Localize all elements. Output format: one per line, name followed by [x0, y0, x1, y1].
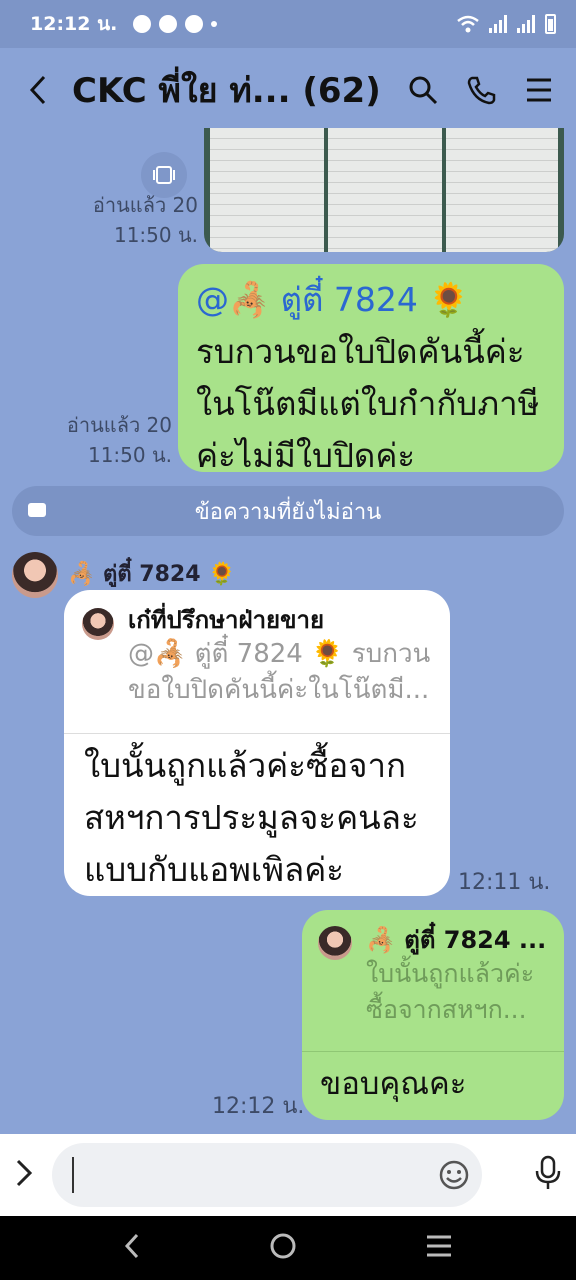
system-nav-bar — [0, 1216, 576, 1280]
message-input-bar — [0, 1134, 576, 1216]
sender-avatar[interactable] — [12, 552, 58, 598]
chat-name: CKC พี่ใย ท่... — [72, 71, 291, 111]
incoming-message[interactable]: เก๋ที่ปรึกษาฝ่ายขาย @🦂 ตู่ตี๋ 7824 🌻 รบก… — [64, 590, 450, 896]
nav-home-button[interactable] — [268, 1231, 298, 1265]
document-photo-1 — [210, 128, 324, 252]
reply-preview[interactable]: เก๋ที่ปรึกษาฝ่ายขาย @🦂 ตู่ตี๋ 7824 🌻 รบก… — [64, 590, 450, 734]
unread-divider: ข้อความที่ยังไม่อ่าน — [12, 486, 564, 536]
nav-recents-icon — [426, 1235, 451, 1257]
signal-icon-2 — [517, 15, 535, 33]
header-actions — [404, 71, 558, 109]
microphone-icon — [535, 1155, 561, 1189]
sender-name[interactable]: 🦂 ตู่ตี๋ 7824 🌻 — [68, 556, 236, 591]
message-input[interactable] — [52, 1143, 482, 1207]
reply-author: 🦂 ตู่ตี๋ 7824 ... — [366, 926, 547, 954]
nav-home-icon — [270, 1233, 296, 1259]
message-body: ใบนั้นถูกแล้วค่ะซื้อจาก สหฯการประมูลจะคน… — [64, 734, 450, 896]
outgoing-message[interactable]: 🦂 ตู่ตี๋ 7824 ... ใบนั้นถูกแล้วค่ะ ซื้อจ… — [302, 910, 564, 1120]
reply-author: เก๋ที่ปรึกษาฝ่ายขาย — [128, 606, 325, 634]
message-line: ในโน๊ตมีแต่ใบกำกับภาษี — [196, 384, 540, 423]
read-label: อ่านแล้ว 20 — [66, 413, 172, 437]
messenger-icon — [133, 15, 152, 33]
battery-icon — [545, 14, 556, 34]
text-caret — [72, 1157, 74, 1193]
system-icons — [457, 14, 556, 34]
phone-icon — [467, 76, 496, 105]
message-text: ขอบคุณคะ — [320, 1066, 467, 1102]
message-time: 12:12 น. — [212, 1094, 305, 1119]
search-button[interactable] — [404, 71, 442, 109]
chat-title[interactable]: CKC พี่ใย ท่... (62) — [72, 63, 384, 117]
share-icon — [153, 166, 175, 184]
image-message[interactable] — [204, 128, 564, 252]
reply-quote: ซื้อจากสหฯก... — [366, 995, 527, 1024]
mention-tag[interactable]: @🦂 ตู่ตี๋ 7824 🌻 — [196, 274, 548, 326]
smiley-icon — [439, 1160, 469, 1190]
search-icon — [409, 76, 438, 105]
nav-back-button[interactable] — [123, 1232, 141, 1264]
message-line: ค่ะไม่มีใบปิดค่ะ — [196, 436, 416, 475]
status-bar: 12:12 น. — [0, 0, 576, 48]
chat-header: CKC พี่ใย ท่... (62) — [0, 48, 576, 132]
tag-icon — [28, 503, 46, 517]
message-time: 11:50 น. — [113, 223, 198, 247]
reply-author-avatar — [82, 608, 114, 640]
outgoing-message[interactable]: @🦂 ตู่ตี๋ 7824 🌻 รบกวนขอใบปิดคันนี้ค่ะ ใ… — [178, 264, 564, 475]
menu-icon — [527, 78, 551, 102]
reply-quote: ใบนั้นถูกแล้วค่ะ — [366, 959, 535, 988]
read-receipt-2: อ่านแล้ว 20 11:50 น. — [30, 410, 172, 470]
nav-recents-button[interactable] — [425, 1234, 453, 1262]
chat-bubble-icon — [159, 15, 178, 33]
reply-author-avatar — [318, 926, 352, 960]
status-time: 12:12 น. — [30, 13, 118, 35]
chevron-right-icon — [16, 1159, 33, 1187]
wifi-icon — [457, 15, 479, 33]
document-photo-3 — [446, 128, 558, 252]
unread-label: ข้อความที่ยังไม่อ่าน — [194, 499, 382, 525]
signal-icon-1 — [489, 15, 507, 33]
nav-back-icon — [125, 1233, 139, 1259]
emoji-button[interactable] — [438, 1159, 470, 1195]
notification-icons — [133, 15, 218, 33]
chat-area[interactable]: อ่านแล้ว 20 11:50 น. @🦂 ตู่ตี๋ 7824 🌻 รบ… — [0, 128, 576, 1134]
back-button[interactable] — [18, 70, 58, 110]
call-button[interactable] — [462, 71, 500, 109]
message-time: 12:11 น. — [458, 870, 551, 895]
line-app-icon — [185, 15, 204, 33]
message-time: 11:50 น. — [87, 443, 172, 467]
document-photo-2 — [328, 128, 442, 252]
member-count: (62) — [302, 71, 381, 111]
read-receipt-1: อ่านแล้ว 20 11:50 น. — [60, 190, 198, 250]
chevron-left-icon — [29, 75, 46, 105]
reply-quote: ขอใบปิดคันนี้ค่ะในโน๊ตมี... — [128, 675, 430, 705]
expand-button[interactable] — [14, 1158, 34, 1192]
menu-button[interactable] — [520, 71, 558, 109]
read-label: อ่านแล้ว 20 — [92, 193, 198, 217]
reply-quote: @🦂 ตู่ตี๋ 7824 🌻 รบกวน — [128, 639, 431, 669]
reply-preview[interactable]: 🦂 ตู่ตี๋ 7824 ... ใบนั้นถูกแล้วค่ะ ซื้อจ… — [302, 910, 564, 1052]
message-line: ใบนั้นถูกแล้วค่ะซื้อจาก — [84, 746, 407, 785]
message-line: แบบกับแอพเพิลค่ะ — [84, 850, 344, 889]
message-line: รบกวนขอใบปิดคันนี้ค่ะ — [196, 332, 525, 371]
mic-button[interactable] — [534, 1155, 562, 1195]
more-notifications-icon — [211, 21, 218, 27]
message-line: สหฯการประมูลจะคนละ — [84, 798, 419, 837]
